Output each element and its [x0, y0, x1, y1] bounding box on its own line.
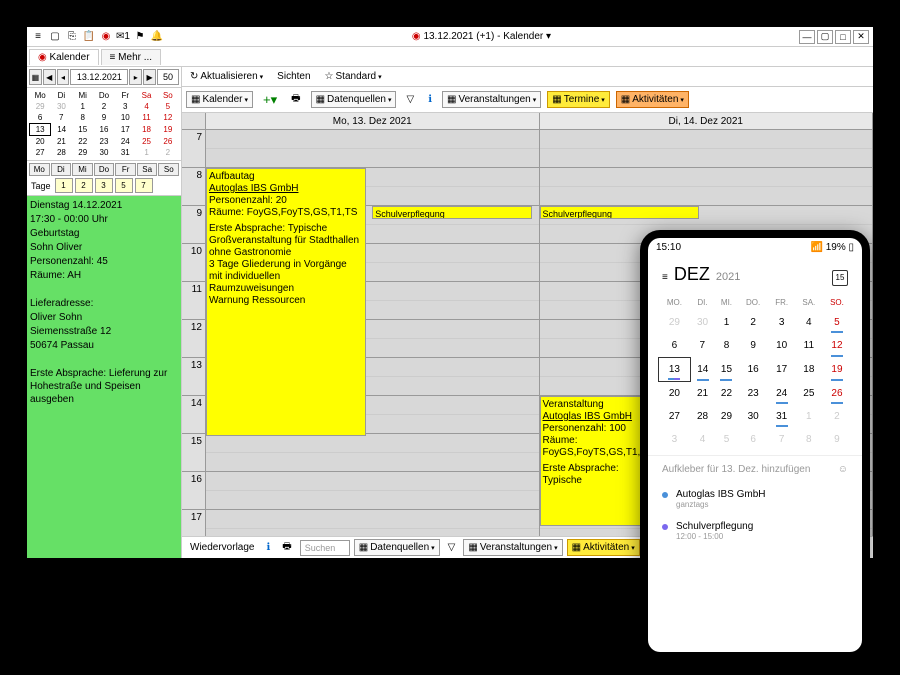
phone-today-button[interactable]: 15 — [832, 270, 848, 286]
bullet-icon — [662, 524, 668, 530]
dow-fr[interactable]: Fr — [115, 163, 136, 176]
toolbar-upper: ↻ Aktualisieren ▾ Sichten ☆ Standard ▾ — [182, 67, 873, 87]
termine-dropdown[interactable]: ▦ Termine ▾ — [547, 91, 610, 108]
next-button[interactable]: ▸ — [129, 69, 142, 85]
event-details-panel: Dienstag 14.12.2021 17:30 - 00:00 Uhr Ge… — [27, 196, 181, 558]
flag-icon[interactable]: ⚑ — [133, 30, 147, 44]
day-header-1: Mo, 13. Dez 2021 — [206, 113, 539, 130]
dow-sa[interactable]: Sa — [137, 163, 158, 176]
next-far-button[interactable]: ▶ — [143, 69, 156, 85]
info-button[interactable]: ℹ — [424, 92, 436, 107]
kalender-dropdown[interactable]: ▦ Kalender ▾ — [186, 91, 253, 108]
bell-icon[interactable]: 🔔 — [150, 30, 164, 44]
event-aufbautag[interactable]: Aufbautag Autoglas IBS GmbH Personenzahl… — [206, 168, 366, 436]
tage-label: Tage — [29, 181, 53, 191]
day-header-2: Di, 14. Dez 2021 — [540, 113, 873, 130]
dow-do[interactable]: Do — [94, 163, 115, 176]
veranstaltungen-bottom[interactable]: ▦ Veranstaltungen ▾ — [463, 539, 562, 556]
add-button[interactable]: +▾ — [259, 90, 281, 110]
datenquellen-dropdown[interactable]: ▦ Datenquellen ▾ — [311, 91, 397, 108]
sticker-icon[interactable]: ☺ — [838, 464, 848, 475]
phone-month[interactable]: DEZ — [674, 264, 710, 285]
event-schulverpflegung-2[interactable]: Schulverpflegung — [540, 206, 700, 219]
days-3[interactable]: 3 — [95, 178, 113, 193]
wiedervorlage-button[interactable]: Wiedervorlage — [186, 540, 258, 555]
toolbar-lower: ▦ Kalender ▾ +▾ 🖶 ▦ Datenquellen ▾ ▽ ℹ ▦… — [182, 87, 873, 113]
date-input[interactable] — [70, 69, 128, 85]
filter-bottom[interactable]: ▽ — [444, 540, 460, 555]
cal-picker-button[interactable]: ▦ — [29, 69, 42, 85]
filter-button[interactable]: ▽ — [402, 92, 418, 107]
phone-calendar[interactable]: MO.DI.MI.DO.FR.SA.SO. 293012345 67891011… — [648, 294, 862, 451]
phone-event-2[interactable]: Schulverpflegung 12:00 - 15:00 — [662, 515, 848, 547]
refresh-button[interactable]: ↻ Aktualisieren ▾ — [186, 69, 267, 84]
aktivitaten-bottom[interactable]: ▦ Aktivitäten ▾ — [567, 539, 640, 556]
restore-button[interactable]: ▢ — [817, 30, 833, 44]
phone-header: ≡ DEZ 2021 15 — [648, 256, 862, 294]
sidebar: ▦ ◀ ◂ ▸ ▶ MoDiMiDoFrSaSo 293012345 67891… — [27, 67, 182, 558]
jump-input[interactable] — [157, 69, 179, 85]
event-veranstaltung[interactable]: Veranstaltung Autoglas IBS GmbH Personen… — [540, 396, 656, 526]
prev-far-button[interactable]: ◀ — [43, 69, 56, 85]
days-5[interactable]: 5 — [115, 178, 133, 193]
print-button-2[interactable]: 🖶 — [278, 537, 295, 558]
phone-menu-icon[interactable]: ≡ — [662, 272, 668, 283]
datenquellen-bottom[interactable]: ▦ Datenquellen ▾ — [354, 539, 440, 556]
tab-bar: ◉ Kalender ≡ Mehr ... — [27, 47, 873, 67]
dow-mo[interactable]: Mo — [29, 163, 50, 176]
paste-icon[interactable]: 📋 — [82, 30, 96, 44]
window-title: ◉ 13.12.2021 (+1) - Kalender ▾ — [164, 31, 799, 42]
prev-button[interactable]: ◂ — [57, 69, 70, 85]
close-button[interactable]: ✕ — [853, 30, 869, 44]
dow-di[interactable]: Di — [51, 163, 72, 176]
mini-calendar[interactable]: MoDiMiDoFrSaSo 293012345 6789101112 1314… — [27, 88, 181, 161]
phone-event-list: Autoglas IBS GmbH ganztags Schulverpfleg… — [648, 483, 862, 547]
time-column: 7891011121314151617 — [182, 113, 206, 536]
phone-year: 2021 — [716, 271, 740, 283]
days-7[interactable]: 7 — [135, 178, 153, 193]
phone-frame: 15:10 📶 19% ▯ ≡ DEZ 2021 15 MO.DI.MI.DO.… — [640, 230, 870, 660]
phone-screen: 15:10 📶 19% ▯ ≡ DEZ 2021 15 MO.DI.MI.DO.… — [648, 238, 862, 652]
aktivitaten-dropdown[interactable]: ▦ Aktivitäten ▾ — [616, 91, 689, 108]
day-range-buttons: Mo Di Mi Do Fr Sa So Tage 1 2 3 5 7 — [27, 161, 181, 196]
dow-so[interactable]: So — [158, 163, 179, 176]
day-column-1[interactable]: Mo, 13. Dez 2021 Aufbautag Autoglas IBS … — [206, 113, 540, 536]
event-schulverpflegung-1[interactable]: Schulverpflegung — [372, 206, 532, 219]
window-icon[interactable]: ▢ — [48, 30, 62, 44]
copy-icon[interactable]: ⎘ — [65, 30, 79, 44]
titlebar: ≡ ▢ ⎘ 📋 ◉ ✉1 ⚑ 🔔 ◉ 13.12.2021 (+1) - Kal… — [27, 27, 873, 47]
views-button[interactable]: Sichten — [273, 69, 314, 84]
minimize-button[interactable]: — — [799, 30, 815, 44]
standard-button[interactable]: ☆ Standard ▾ — [321, 69, 386, 84]
phone-event-1[interactable]: Autoglas IBS GmbH ganztags — [662, 483, 848, 515]
days-2[interactable]: 2 — [75, 178, 93, 193]
tab-mehr[interactable]: ≡ Mehr ... — [101, 49, 162, 65]
bullet-icon — [662, 492, 668, 498]
phone-statusbar: 15:10 📶 19% ▯ — [648, 238, 862, 256]
mail-icon[interactable]: ✉1 — [116, 30, 130, 44]
days-1[interactable]: 1 — [55, 178, 73, 193]
dow-mi[interactable]: Mi — [72, 163, 93, 176]
phone-add-sticker[interactable]: Aufkleber für 13. Dez. hinzufügen ☺ — [648, 455, 862, 483]
veranstaltungen-dropdown[interactable]: ▦ Veranstaltungen ▾ — [442, 91, 541, 108]
maximize-button[interactable]: □ — [835, 30, 851, 44]
print-button[interactable]: 🖶 — [287, 89, 304, 110]
date-navigator: ▦ ◀ ◂ ▸ ▶ — [27, 67, 181, 88]
search-input[interactable]: Suchen — [300, 540, 350, 556]
target-icon[interactable]: ◉ — [99, 30, 113, 44]
menu-icon[interactable]: ≡ — [31, 30, 45, 44]
tab-kalender[interactable]: ◉ Kalender — [29, 49, 99, 65]
info-button-2[interactable]: ℹ — [262, 540, 274, 555]
